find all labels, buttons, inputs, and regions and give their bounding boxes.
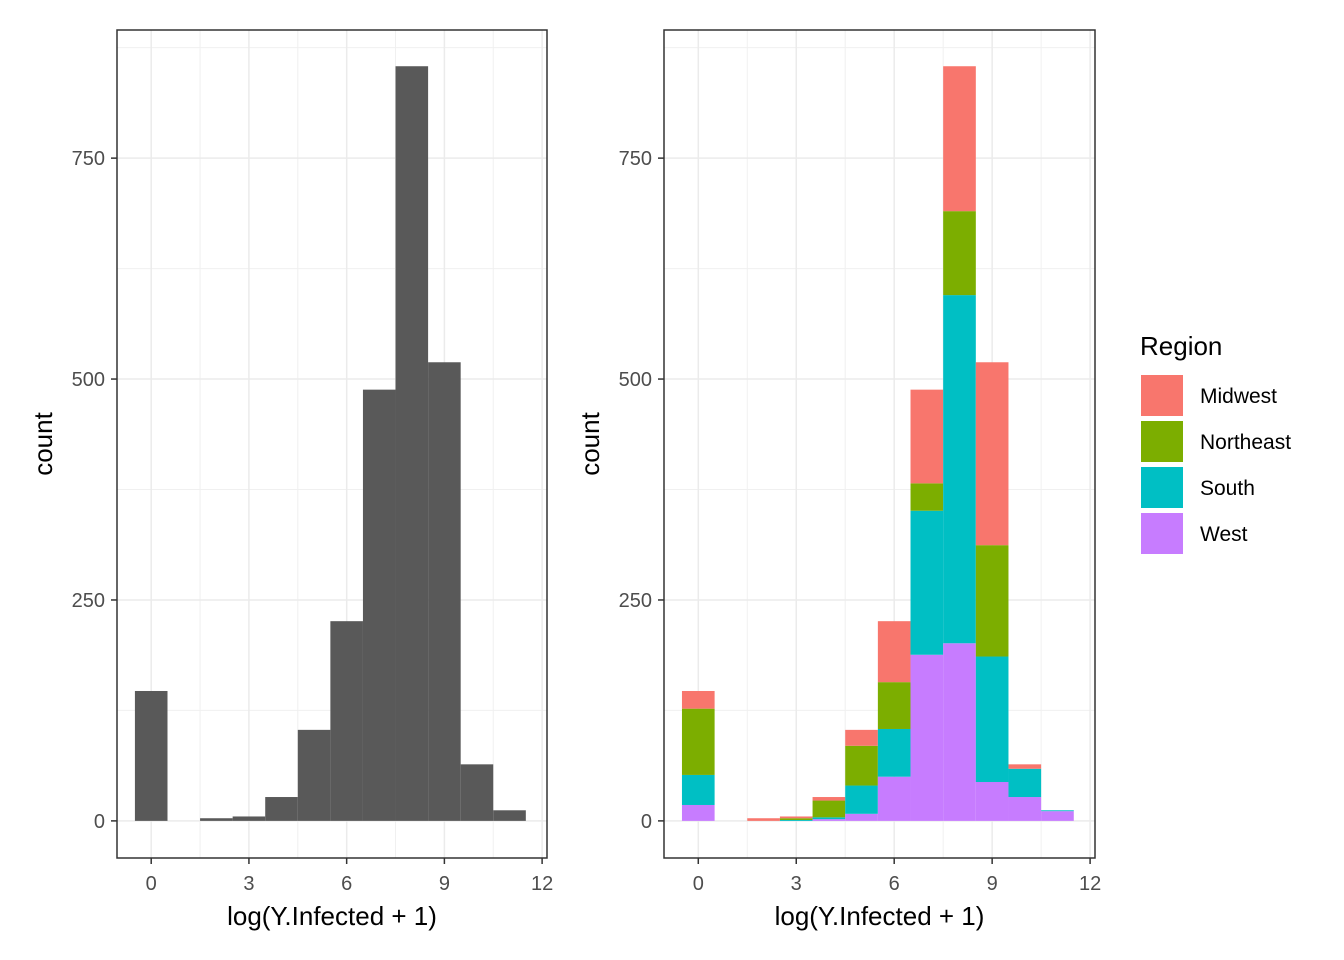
bar-segment-west [975, 782, 1009, 821]
bar-segment-west [910, 654, 944, 821]
histogram-bar [265, 797, 298, 821]
bar-segment-south [877, 728, 911, 777]
bar-segment-midwest [747, 818, 780, 821]
bar-segment-midwest [779, 816, 813, 819]
histogram-bar [232, 816, 266, 821]
legend-key-west [1141, 513, 1183, 554]
bar-segment-northeast [779, 818, 813, 821]
bar-segment-south [779, 820, 813, 821]
x-tick-label: 6 [889, 873, 900, 895]
bar-segment-midwest [845, 729, 878, 746]
bar-segment-northeast [845, 745, 878, 786]
bar-segment-south [943, 295, 976, 644]
histogram-bar [493, 810, 526, 821]
legend-title: Region [1140, 331, 1222, 361]
bar-segment-west [812, 819, 846, 821]
y-tick-label: 500 [619, 369, 652, 391]
bar-segment-midwest [943, 66, 976, 212]
bar-segment-south [681, 774, 715, 805]
x-axis-label: log(Y.Infected + 1) [775, 901, 985, 931]
x-tick-label: 3 [243, 873, 254, 895]
y-tick-label: 0 [641, 811, 652, 833]
x-tick-label: 12 [531, 873, 553, 895]
y-tick-label: 500 [72, 369, 105, 391]
histogram-bar [330, 621, 363, 821]
legend-key-northeast [1141, 421, 1183, 462]
bar-segment-northeast [812, 800, 846, 818]
x-axis-label: log(Y.Infected + 1) [227, 901, 437, 931]
bar-segment-midwest [910, 389, 944, 484]
figure: 0 250 500 750 0 3 6 9 12 log(Y.Infected + 1) count… [28, 29, 1291, 931]
bar-segment-northeast [910, 483, 944, 511]
legend-label: Midwest [1200, 385, 1277, 408]
y-tick-label: 0 [94, 811, 105, 833]
bar-segment-west [681, 804, 715, 821]
legend: Region Midwest Northeast South West [1140, 331, 1291, 554]
legend-label: South [1200, 477, 1255, 500]
bar-segment-west [943, 643, 976, 821]
bar-segment-northeast [975, 545, 1009, 657]
bar-segment-south [812, 817, 846, 820]
legend-key-midwest [1141, 375, 1183, 416]
x-tick-label: 9 [439, 873, 450, 895]
y-tick-label: 750 [619, 148, 652, 170]
bar-segment-west [877, 776, 911, 821]
bar-segment-south [975, 656, 1009, 783]
histogram-bar [362, 389, 396, 821]
y-axis-label: count [575, 411, 605, 475]
bar-segment-west [1008, 797, 1042, 821]
x-tick-label: 0 [146, 873, 157, 895]
bar-segment-midwest [975, 362, 1009, 546]
bar-segment-northeast [877, 682, 911, 729]
legend-label: Northeast [1200, 431, 1291, 454]
bar-segment-west [1041, 811, 1074, 821]
x-tick-label: 9 [987, 873, 998, 895]
y-tick-label: 250 [619, 590, 652, 612]
bar-segment-west [845, 813, 878, 821]
bar-segment-south [1008, 768, 1042, 798]
histogram-bar [460, 764, 494, 821]
bar-segment-midwest [1008, 764, 1042, 769]
y-tick-label: 250 [72, 590, 105, 612]
histogram-bar [134, 690, 168, 821]
histogram-bar [395, 66, 429, 821]
bar-segment-northeast [943, 211, 976, 296]
x-tick-label: 6 [341, 873, 352, 895]
histogram-bar [200, 818, 233, 821]
legend-label: West [1200, 523, 1248, 546]
y-axis-label: count [28, 411, 58, 475]
legend-key-south [1141, 467, 1183, 508]
bar-segment-midwest [877, 621, 911, 683]
x-tick-label: 3 [791, 873, 802, 895]
bar-segment-south [910, 510, 944, 655]
histogram-bar [297, 729, 331, 821]
bar-segment-midwest [812, 797, 846, 801]
y-tick-label: 750 [72, 148, 105, 170]
bar-segment-northeast [681, 708, 715, 775]
panel-1: 0 250 500 750 0 3 6 9 12 log(Y.Infected + 1) count [28, 29, 553, 931]
bar-segment-midwest [681, 690, 715, 709]
bar-segment-south [1041, 810, 1074, 812]
histogram-bar [428, 362, 461, 821]
x-tick-label: 0 [693, 873, 704, 895]
panel-2: 0 250 500 750 0 3 6 9 12 log(Y.Infected + 1) count [575, 29, 1101, 931]
bar-segment-south [845, 785, 878, 814]
x-tick-label: 12 [1079, 873, 1101, 895]
